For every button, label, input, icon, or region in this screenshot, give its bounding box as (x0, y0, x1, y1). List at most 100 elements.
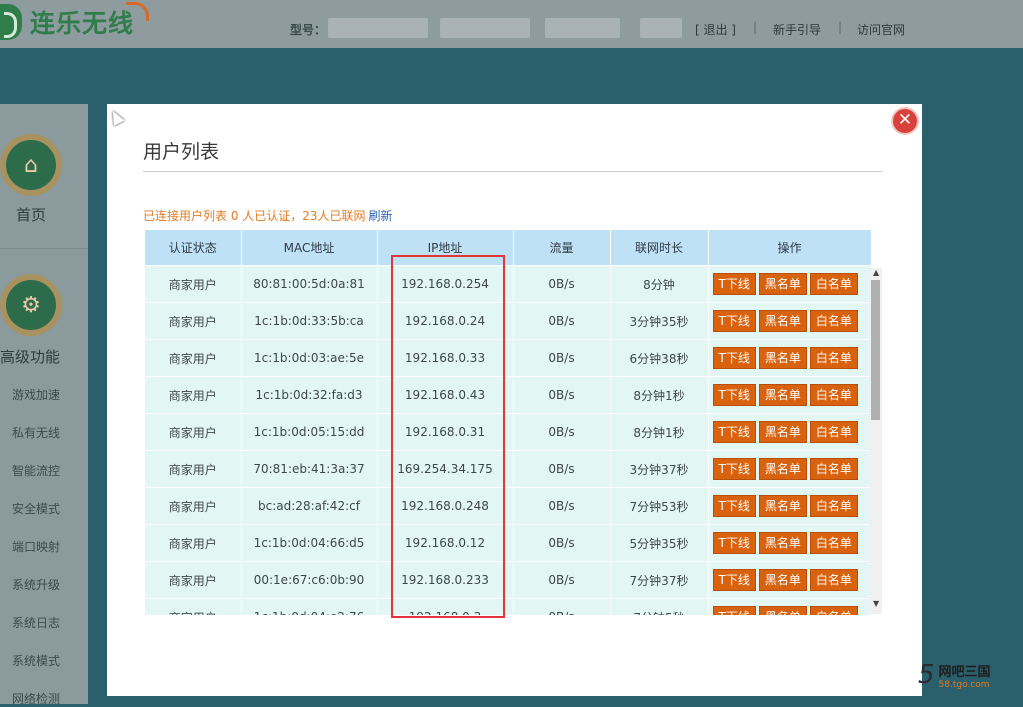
sidebar-item-system-mode[interactable]: 系统模式 (12, 652, 60, 669)
advanced-nav-button[interactable]: ⚙ (0, 274, 62, 336)
redacted-model (328, 18, 428, 38)
cell-actions: T下线黑名单白名单 (708, 598, 872, 615)
blacklist-button[interactable]: 黑名单 (758, 273, 807, 295)
user-table-container: 认证状态 MAC地址 IP地址 流量 联网时长 操作 商家用户 80:81:00:… (145, 230, 884, 615)
col-flow: 流量 (513, 230, 611, 266)
whitelist-button[interactable]: 白名单 (809, 273, 858, 295)
cell-ip: 192.168.0.254 (377, 265, 514, 303)
advanced-label[interactable]: 高级功能 (0, 346, 60, 367)
whitelist-button[interactable]: 白名单 (809, 384, 858, 406)
kick-button[interactable]: T下线 (712, 310, 756, 332)
whitelist-button[interactable]: 白名单 (809, 310, 858, 332)
scroll-up-icon[interactable]: ▲ (873, 268, 879, 277)
sidebar-item-upgrade[interactable]: 系统升级 (12, 576, 60, 593)
cell-actions: T下线黑名单白名单 (708, 339, 872, 377)
kick-button[interactable]: T下线 (712, 421, 756, 443)
kick-button[interactable]: T下线 (712, 606, 756, 615)
logo-icon (0, 4, 22, 40)
header-separator: | (753, 20, 758, 34)
blacklist-button[interactable]: 黑名单 (758, 384, 807, 406)
cell-ip: 192.168.0.3 (377, 598, 514, 615)
cell-duration: 7分钟53秒 (610, 487, 709, 525)
cell-flow: 0B/s (513, 561, 611, 599)
kick-button[interactable]: T下线 (712, 569, 756, 591)
sidebar-item-port-mapping[interactable]: 端口映射 (12, 538, 60, 555)
whitelist-button[interactable]: 白名单 (809, 532, 858, 554)
cell-ip: 192.168.0.12 (377, 524, 514, 562)
sidebar-item-system-log[interactable]: 系统日志 (12, 614, 60, 631)
scroll-down-icon[interactable]: ▼ (873, 599, 879, 608)
sidebar-item-network-check[interactable]: 网络检测 (12, 690, 60, 707)
cell-actions: T下线黑名单白名单 (708, 450, 872, 488)
logo-text: 连乐无线 (30, 9, 135, 38)
col-auth-status: 认证状态 (145, 230, 242, 266)
blacklist-button[interactable]: 黑名单 (758, 458, 807, 480)
user-list-dialog: ✕ 用户列表 已连接用户列表 0 人已认证，23人已联网 刷新 认证状态 MAC地… (107, 104, 922, 696)
home-label[interactable]: 首页 (16, 204, 46, 225)
guide-link[interactable]: 新手引导 (773, 21, 821, 38)
connection-summary: 已连接用户列表 0 人已认证，23人已联网 (143, 209, 366, 223)
kick-button[interactable]: T下线 (712, 532, 756, 554)
close-icon[interactable]: ✕ (893, 109, 917, 133)
table-row: 商家用户 70:81:eb:41:3a:37 169.254.34.175 0B/s 3… (145, 450, 872, 488)
cell-actions: T下线黑名单白名单 (708, 413, 872, 451)
kick-button[interactable]: T下线 (712, 347, 756, 369)
redacted-info (545, 18, 620, 38)
cell-duration: 8分钟1秒 (610, 413, 709, 451)
whitelist-button[interactable]: 白名单 (809, 569, 858, 591)
whitelist-button[interactable]: 白名单 (809, 495, 858, 517)
cell-actions: T下线黑名单白名单 (708, 376, 872, 414)
blacklist-button[interactable]: 黑名单 (758, 495, 807, 517)
top-header: 连乐无线 型号： [ 退出 ] | 新手引导 | 访问官网 (0, 0, 1023, 48)
cell-ip: 169.254.34.175 (377, 450, 514, 488)
logout-link[interactable]: [ 退出 ] (695, 21, 736, 38)
table-row: 商家用户 bc:ad:28:af:42:cf 192.168.0.248 0B/s 7分… (145, 487, 872, 525)
whitelist-button[interactable]: 白名单 (809, 421, 858, 443)
home-nav-button[interactable]: ⌂ (0, 134, 62, 196)
blacklist-button[interactable]: 黑名单 (758, 310, 807, 332)
cell-duration: 5分钟35秒 (610, 524, 709, 562)
blacklist-button[interactable]: 黑名单 (758, 421, 807, 443)
table-row: 商家用户 00:1e:67:c6:0b:90 192.168.0.233 0B/s 7分… (145, 561, 872, 599)
blacklist-button[interactable]: 黑名单 (758, 532, 807, 554)
sidebar-item-private-wifi[interactable]: 私有无线 (12, 424, 60, 441)
model-label: 型号： (290, 23, 327, 37)
cell-mac: 1c:1b:0d:04:66:d5 (241, 524, 378, 562)
redacted-info (440, 18, 530, 38)
cell-auth-status: 商家用户 (145, 376, 242, 414)
kick-button[interactable]: T下线 (712, 495, 756, 517)
col-duration: 联网时长 (610, 230, 709, 266)
whitelist-button[interactable]: 白名单 (809, 458, 858, 480)
sidebar-item-flow-control[interactable]: 智能流控 (12, 462, 60, 479)
kick-button[interactable]: T下线 (712, 273, 756, 295)
official-site-link[interactable]: 访问官网 (857, 21, 905, 38)
cell-mac: 70:81:eb:41:3a:37 (241, 450, 378, 488)
cell-mac: 00:1e:67:c6:0b:90 (241, 561, 378, 599)
cell-flow: 0B/s (513, 376, 611, 414)
whitelist-button[interactable]: 白名单 (809, 606, 858, 615)
cell-flow: 0B/s (513, 339, 611, 377)
cell-ip: 192.168.0.233 (377, 561, 514, 599)
col-actions: 操作 (708, 230, 872, 266)
whitelist-button[interactable]: 白名单 (809, 347, 858, 369)
divider (143, 171, 883, 172)
blacklist-button[interactable]: 黑名单 (758, 569, 807, 591)
blacklist-button[interactable]: 黑名单 (758, 347, 807, 369)
sidebar-item-game-accel[interactable]: 游戏加速 (12, 386, 60, 403)
sidebar: ⌂ 首页 ⚙ 高级功能 游戏加速 私有无线 智能流控 安全模式 端口映射 系统升… (0, 104, 88, 707)
kick-button[interactable]: T下线 (712, 458, 756, 480)
cell-auth-status: 商家用户 (145, 561, 242, 599)
blacklist-button[interactable]: 黑名单 (758, 606, 807, 615)
sidebar-item-security-mode[interactable]: 安全模式 (12, 500, 60, 517)
refresh-link[interactable]: 刷新 (369, 209, 393, 223)
divider (0, 248, 88, 249)
cell-duration: 7分钟5秒 (610, 598, 709, 615)
cell-duration: 8分钟1秒 (610, 376, 709, 414)
status-line: 已连接用户列表 0 人已认证，23人已联网 刷新 (143, 207, 393, 224)
scrollbar-thumb[interactable] (871, 280, 880, 420)
cell-duration: 6分钟38秒 (610, 339, 709, 377)
cell-auth-status: 商家用户 (145, 524, 242, 562)
gear-icon: ⚙ (6, 280, 56, 330)
kick-button[interactable]: T下线 (712, 384, 756, 406)
table-row: 商家用户 1c:1b:0d:05:15:dd 192.168.0.31 0B/s 8分钟… (145, 413, 872, 451)
